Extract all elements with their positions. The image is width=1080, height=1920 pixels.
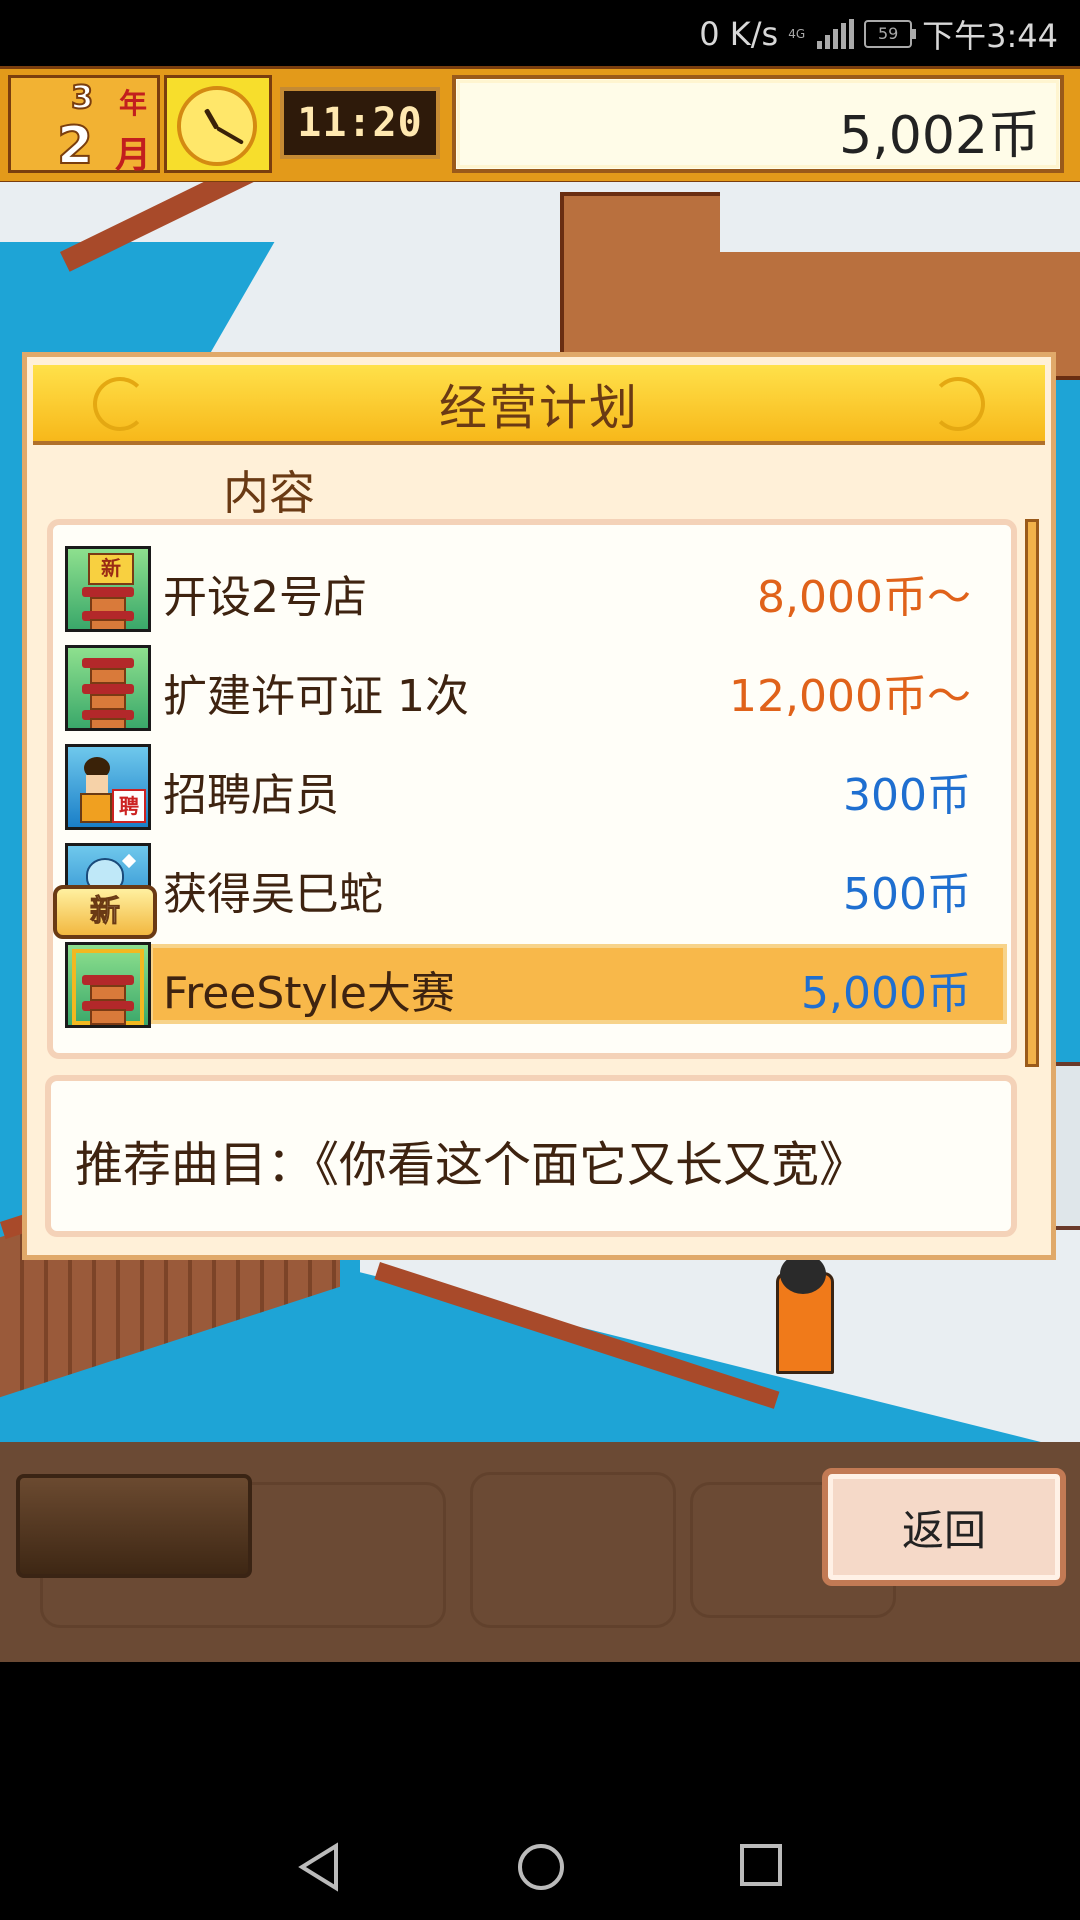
plan-price: 300币 [843,770,971,821]
menu-slot-button[interactable] [16,1474,252,1578]
nav-bar [0,1662,1080,1920]
new-tag-icon-label: 新 [88,553,134,585]
plan-label: 招聘店员 [163,770,339,821]
hire-tag-icon-label: 聘 [112,789,146,823]
top-hud: 3 年 2 月 11:20 5,002币 [0,66,1080,185]
swirl-left-icon [93,377,147,431]
plan-label: 扩建许可证 1次 [163,671,469,722]
signal-icon [817,19,855,49]
network-type: 4G [788,27,806,41]
expand-pagoda-icon [65,645,151,731]
new-badge: 新 [53,885,157,939]
recents-nav-icon[interactable] [738,1842,784,1888]
home-nav-icon[interactable] [516,1842,566,1892]
back-nav-icon[interactable] [296,1842,342,1892]
status-bar: 0 K/s 4G 59 下午3:44 [0,0,1080,66]
character-head [780,1254,826,1294]
game-time: 11:20 [280,87,440,159]
plan-label: 开设2号店 [163,572,367,623]
back-button[interactable]: 返回 [822,1468,1066,1586]
plan-price: 500币 [843,869,971,920]
contest-pagoda-icon [65,942,151,1028]
list-scrollbar[interactable] [1025,519,1039,1067]
new-shop-pagoda-icon: 新 [65,546,151,632]
plan-row-get-snake[interactable]: 获得吴巳蛇 500币 [59,840,1007,934]
plan-price: 5,000币 [801,968,971,1019]
dialog-header: 经营计划 [33,365,1045,445]
plan-row-open-shop-2[interactable]: 新 开设2号店 8,000币～ [59,543,1007,637]
plan-row-expansion-permit[interactable]: 扩建许可证 1次 12,000币～ [59,642,1007,736]
month-number: 2 [56,115,94,177]
clock-icon [177,86,257,166]
year-unit: 年 [119,87,148,120]
plan-list[interactable]: 新 开设2号店 8,000币～ 扩建许可证 1次 12,000币～ 聘 招聘店员… [47,519,1017,1059]
content-column-label: 内容 [223,466,315,520]
dialog-title: 经营计划 [438,380,639,436]
swirl-right-icon [931,377,985,431]
year-number: 3 [70,77,94,117]
month-unit: 月 [115,135,152,176]
status-right: 0 K/s 4G 59 下午3:44 [699,12,1058,56]
plan-price: 12,000币～ [729,671,971,722]
plan-price: 8,000币～ [757,572,971,623]
money-display: 5,002币 [452,75,1064,173]
clock-display [164,75,272,173]
description-text: 推荐曲目：《你看这个面它又长又宽》 [75,1137,868,1193]
hire-staff-icon: 聘 [65,744,151,830]
money-amount: 5,002币 [839,106,1040,166]
plan-label: FreeStyle大赛 [163,968,455,1019]
business-plan-dialog: 经营计划 内容 新 开设2号店 8,000币～ 扩建许可证 1次 12,000币… [22,352,1056,1260]
plan-label: 获得吴巳蛇 [163,869,383,920]
description-panel: 推荐曲目：《你看这个面它又长又宽》 [45,1075,1017,1237]
plan-row-freestyle-contest[interactable]: FreeStyle大赛 5,000币 [59,939,1007,1033]
status-time: 下午3:44 [922,17,1058,55]
bottom-bar: 返回 [0,1442,1080,1662]
battery-icon: 59 [864,20,917,48]
date-display: 3 年 2 月 [8,75,160,177]
net-speed: 0 K/s [699,15,779,53]
plan-row-hire-staff[interactable]: 聘 招聘店员 300币 [59,741,1007,835]
